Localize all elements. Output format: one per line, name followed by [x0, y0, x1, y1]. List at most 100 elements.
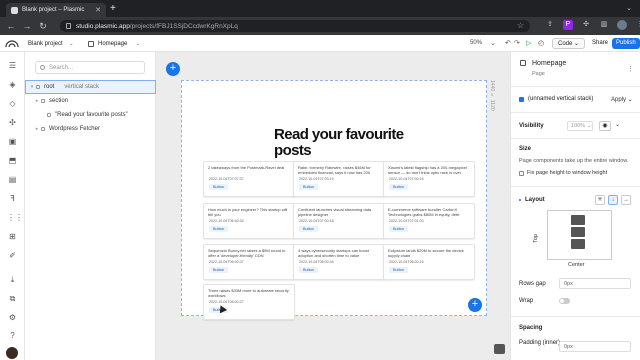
data-icon[interactable]: ⋮⋮ [7, 212, 23, 223]
align-horizontal-label[interactable]: Center [568, 262, 585, 268]
bookmark-star-icon[interactable]: ☆ [517, 21, 524, 30]
settings-icon[interactable]: ⚙ [7, 312, 18, 323]
sidebar-icon[interactable]: ▥ [599, 20, 609, 30]
post-button[interactable]: Button [389, 226, 408, 232]
import-icon[interactable]: ⤓ [7, 274, 18, 285]
styles-icon[interactable]: ◇ [7, 98, 18, 109]
imports-list-icon[interactable]: ⧉ [7, 293, 18, 304]
user-avatar[interactable] [6, 347, 18, 359]
post-button[interactable]: Button [389, 184, 408, 190]
layout-vertical-icon[interactable]: ↓ [608, 195, 618, 205]
wrap-toggle[interactable] [559, 298, 570, 304]
layout-free-icon[interactable]: ✳ [595, 195, 605, 205]
post-button[interactable]: Button [209, 184, 228, 190]
page-headline[interactable]: Read your favourite posts [274, 127, 444, 159]
add-element-button[interactable]: + [166, 62, 180, 76]
brush-icon[interactable]: ✐ [7, 250, 18, 261]
reload-icon[interactable]: ↻ [38, 21, 48, 32]
padding-input[interactable]: 0px [559, 341, 631, 352]
post-card[interactable]: Xiaomi's latest flagship has a 200-megap… [383, 161, 475, 197]
apply-dropdown[interactable]: Apply ⌄ [611, 96, 633, 103]
expand-arrow-icon[interactable]: ▸ [33, 98, 41, 104]
checkbox-box[interactable] [519, 170, 524, 176]
post-card[interactable]: Three raises $33M more to automate secur… [203, 284, 295, 320]
alignment-control[interactable] [547, 210, 612, 260]
expand-arrow-icon[interactable]: ▾ [28, 84, 36, 90]
extension-p-icon[interactable]: P [563, 20, 573, 30]
help-icon[interactable]: ? [7, 330, 18, 341]
new-tab-icon[interactable]: + [110, 3, 116, 14]
post-button[interactable]: Button [299, 226, 318, 232]
chevron-down-icon[interactable]: ⌄ [490, 39, 496, 47]
code-button[interactable]: Code ⌄ [552, 38, 586, 49]
post-card[interactable]: Eclipsium lands $20M to secure the devic… [383, 244, 475, 280]
expand-arrow-icon[interactable]: ▸ [33, 126, 41, 132]
add-element-button[interactable]: + [468, 298, 482, 312]
text-icon[interactable]: ▤ [7, 174, 18, 185]
browser-tab[interactable]: Blank project – Plasmic ✕ [6, 3, 106, 17]
app-toolbar: Blank project ⌄ Homepage ⌄ 50% ⌄ ↶ ↷ ▷ ◴ … [0, 35, 640, 52]
tree-row-root[interactable]: ▾ root vertical stack [25, 80, 156, 94]
share-icon[interactable]: ⇪ [545, 20, 555, 30]
url-input[interactable]: studio.plasmic.app/projects/fFBJ1SSjDCcd… [60, 20, 530, 32]
zoom-level[interactable]: 50% [470, 40, 482, 46]
post-card[interactable]: Confluent launches visual streaming data… [293, 203, 385, 239]
tab-list-icon[interactable]: ⌄ [626, 4, 632, 12]
chevron-down-icon[interactable]: ⌄ [615, 121, 620, 128]
forward-icon[interactable]: → [22, 21, 32, 31]
eye-icon[interactable]: ◉ [599, 121, 611, 131]
tokens-icon[interactable]: ⬒ [7, 155, 18, 166]
lock-icon [66, 23, 71, 29]
design-canvas[interactable]: + 1440 × 1120 Read your favourite posts … [156, 52, 510, 360]
redo-icon[interactable]: ↷ [514, 39, 520, 47]
fix-page-height-checkbox[interactable]: Fix page height to window height [519, 170, 607, 176]
post-card[interactable]: E-commerce software bundler CartonX Tech… [383, 203, 475, 239]
rows-gap-input[interactable]: 0px [559, 278, 631, 289]
back-icon[interactable]: ← [6, 21, 16, 31]
tree-row-section[interactable]: ▸ section [25, 94, 156, 108]
insert-icon[interactable]: ⊞ [7, 231, 18, 242]
font-icon[interactable]: ꟻ [7, 193, 18, 204]
element-name[interactable]: (unnamed vertical stack) [519, 96, 593, 102]
post-button[interactable]: Button [209, 226, 228, 232]
page-frame[interactable]: Read your favourite posts 2 takeaways fr… [181, 80, 487, 320]
visibility-input[interactable]: 100% ⌄ [567, 121, 593, 131]
divider [511, 86, 640, 87]
align-vertical-label[interactable]: Top [533, 234, 539, 243]
post-card[interactable]: How much is your engineer? This startup … [203, 203, 295, 239]
post-button[interactable]: Button [299, 267, 318, 273]
close-tab-icon[interactable]: ✕ [95, 6, 101, 14]
search-input[interactable]: Search... [35, 61, 145, 74]
more-options-icon[interactable]: ⋮ [627, 65, 634, 73]
tree-row-wordpress-fetcher[interactable]: ▸ Wordpress Fetcher [25, 122, 156, 136]
post-card[interactable]: 4 ways cybersecurity startups can boost … [293, 244, 385, 280]
publish-button[interactable]: Publish [612, 38, 640, 49]
images-icon[interactable]: ▣ [7, 136, 18, 147]
post-card[interactable]: Sequenzio Bunny.net raises a $9M round t… [203, 244, 295, 280]
menu-dots-icon[interactable]: ⋮ [635, 20, 640, 30]
post-card[interactable]: Rabir, formerly Ratewire, raises $46M fo… [293, 161, 385, 197]
share-button[interactable]: Share [588, 38, 612, 49]
play-icon[interactable]: ▷ [526, 39, 531, 47]
assets-icon[interactable]: ✣ [7, 117, 18, 128]
outline-icon[interactable]: ☰ [7, 60, 18, 71]
page-selector[interactable]: Homepage ⌄ [88, 40, 140, 47]
section-icon [41, 99, 45, 103]
post-button[interactable]: Button [209, 267, 228, 273]
tree-row-text[interactable]: "Read your favourite posts" [25, 108, 156, 122]
plasmic-logo-icon[interactable] [5, 38, 19, 48]
project-name-dropdown[interactable]: Blank project ⌄ [28, 40, 74, 47]
browser-tabbar: Blank project – Plasmic ✕ + ⌄ [0, 0, 640, 17]
post-button[interactable]: Button [389, 267, 408, 273]
inspector-title: Homepage [532, 60, 567, 67]
chat-icon[interactable] [494, 344, 505, 354]
post-button[interactable]: Button [299, 184, 318, 190]
post-card[interactable]: 2 takeaways from the Postmark-Ravel deal… [203, 161, 295, 197]
history-icon[interactable]: ◴ [538, 39, 544, 47]
layout-horizontal-icon[interactable]: → [621, 195, 631, 205]
post-date: 2022-10-04T07:07:37 [209, 177, 244, 181]
extensions-puzzle-icon[interactable]: ✣ [581, 20, 591, 30]
profile-avatar-icon[interactable] [617, 20, 627, 30]
undo-icon[interactable]: ↶ [505, 39, 511, 47]
components-icon[interactable]: ◈ [7, 79, 18, 90]
